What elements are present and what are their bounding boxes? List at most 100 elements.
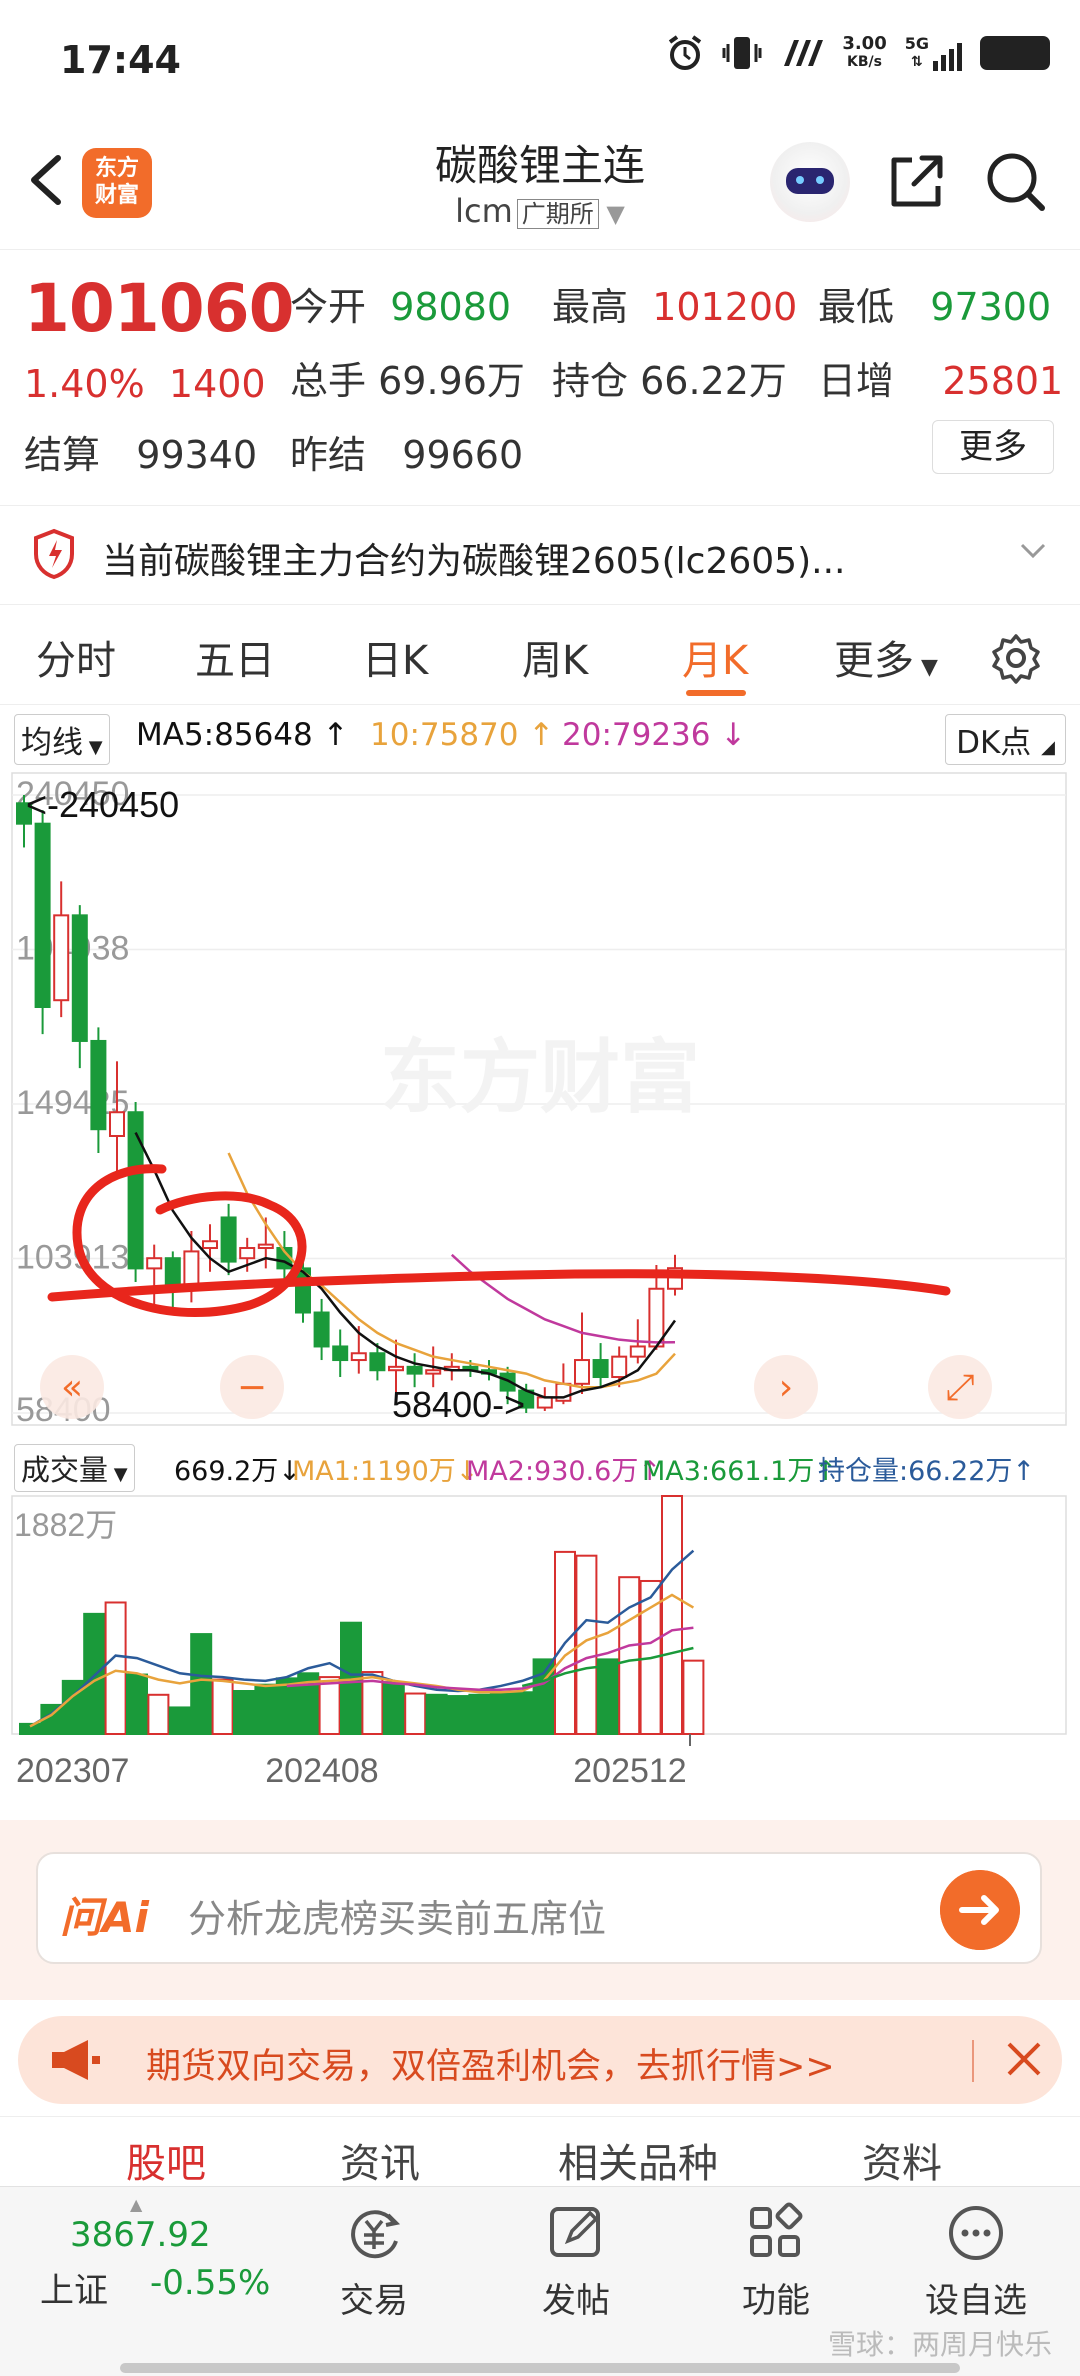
candle [34, 822, 51, 1008]
exchange-badge: 广期所 [516, 199, 599, 229]
candle [239, 1247, 256, 1260]
volume-bar [489, 1692, 512, 1735]
active-tab-indicator [686, 690, 746, 696]
index-name: 上证 [40, 2271, 108, 2311]
candle [202, 1240, 218, 1250]
tab-related[interactable]: 相关品种 [558, 2131, 718, 2186]
tab-intraday[interactable]: 分时 [36, 628, 116, 686]
chevron-down-icon[interactable] [1016, 534, 1050, 568]
tab-info[interactable]: 资料 [862, 2131, 942, 2186]
index-value: 3867.92 [70, 2215, 211, 2255]
candle [109, 1111, 125, 1137]
nav-functions[interactable]: 功能 [716, 2201, 836, 2322]
candle [425, 1369, 442, 1375]
nav-trade[interactable]: 交易 [314, 2201, 434, 2322]
candle [574, 1359, 590, 1385]
tab-monthly-k[interactable]: 月K [682, 628, 748, 686]
settle-field: 结算 99340 [24, 433, 258, 477]
volume-bar [596, 1658, 619, 1735]
x-tick-label: 202307 [16, 1752, 129, 1790]
vol-ma2: MA2:930.6万↑ [466, 1456, 661, 1487]
close-icon[interactable] [1003, 2038, 1045, 2080]
edit-icon [550, 2207, 600, 2257]
volume-bar [404, 1692, 427, 1735]
volume-bar [318, 1676, 341, 1735]
home-indicator [120, 2363, 960, 2373]
volume-chart[interactable]: 1882万 202307 202408 202512 [0, 1490, 1080, 1820]
candle [350, 1352, 367, 1362]
price-change: 1.40% 1400 [24, 362, 266, 406]
share-icon[interactable] [884, 150, 948, 214]
more-dots-icon [949, 2206, 1003, 2260]
nav-watchlist[interactable]: 设自选 [916, 2201, 1036, 2322]
top-nav: 东方 财富 碳酸锂主连 lcm 广期所 ▼ [0, 120, 1080, 250]
y-tick-label: 103913 [16, 1238, 129, 1276]
volume-bar [682, 1659, 705, 1735]
candle [592, 1359, 609, 1379]
prev-settle-field: 昨结 99660 [290, 433, 524, 477]
volume-bar [532, 1658, 555, 1735]
low-marker: 58400-> [392, 1384, 525, 1425]
candle [53, 914, 70, 1002]
volume-bar [147, 1693, 170, 1736]
quote-panel: 101060 1.40% 1400 今开 98080 最高 101200 最低 … [0, 250, 1080, 495]
volume-bar [447, 1695, 469, 1735]
candle [183, 1250, 200, 1287]
megaphone-icon [52, 2040, 100, 2080]
promo-banner[interactable]: 期货双向交易，双倍盈利机会，去抓行情>> [18, 2016, 1062, 2104]
bottom-nav: ▲ 3867.92 上证 -0.55% 交易 发帖 功能 设自选 雪球：两周月快… [0, 2186, 1080, 2376]
tab-guba[interactable]: 股吧 [126, 2131, 206, 2186]
tab-more[interactable]: 更多 ▼ [834, 628, 938, 686]
candle [257, 1243, 274, 1250]
ai-placeholder: 分析龙虎榜买卖前五席位 [188, 1897, 607, 1941]
main-contract-notice[interactable]: 当前碳酸锂主力合约为碳酸锂2605(lc2605)... [0, 505, 1080, 605]
monthly-kline-chart[interactable]: 24045019493814942510391358400东方财富<-24045… [0, 765, 1080, 1435]
ai-input[interactable]: 问Ai 分析龙虎榜买卖前五席位 [36, 1852, 1042, 1964]
dk-point-button[interactable]: DK点 ◢ [945, 714, 1066, 765]
pan-right-button[interactable]: › [779, 1367, 793, 1408]
volume-bar [104, 1601, 127, 1735]
vibrate-icon [722, 37, 762, 69]
volume-bar [468, 1693, 491, 1736]
candle [164, 1257, 181, 1287]
open-interest-value: 持仓量:66.22万↑ [818, 1456, 1036, 1487]
nav-post[interactable]: 发帖 [516, 2201, 636, 2322]
volume-bar [211, 1678, 234, 1735]
candle [611, 1355, 628, 1379]
candle [388, 1365, 404, 1372]
search-icon[interactable] [984, 150, 1048, 214]
volume-selector[interactable]: 成交量 ▼ [14, 1444, 135, 1492]
signal-icon [933, 37, 962, 71]
tab-news[interactable]: 资讯 [340, 2131, 420, 2186]
daily-increase-field: 日增 25801 [818, 359, 1064, 403]
ai-robot-icon[interactable] [770, 142, 850, 222]
candle [313, 1311, 330, 1348]
candle [369, 1352, 386, 1372]
index-change: -0.55% [150, 2263, 271, 2303]
tab-five-day[interactable]: 五日 [195, 628, 275, 686]
ma-selector[interactable]: 均线 ▼ [14, 714, 110, 765]
period-tabs: 分时 五日 日K 周K 月K 更多 ▼ [0, 610, 1080, 705]
pan-left-button[interactable]: « [61, 1367, 83, 1408]
y-tick-label: 1882万 [14, 1507, 117, 1543]
candle [629, 1345, 646, 1358]
grid-icon [750, 2202, 803, 2257]
volume-bar [233, 1690, 255, 1735]
candle [536, 1396, 553, 1409]
arrow-right-icon[interactable] [940, 1870, 1020, 1950]
watermark: 雪球：两周月快乐 [827, 2328, 1052, 2361]
tab-daily-k[interactable]: 日K [362, 628, 428, 686]
candle [127, 1111, 144, 1270]
ma5-value: MA5:85648 ↑ [136, 717, 349, 753]
low-field: 最低 97300 [818, 285, 1052, 329]
candle [71, 914, 88, 1042]
candle [146, 1257, 163, 1270]
zoom-out-button[interactable]: − [237, 1367, 267, 1408]
trade-icon [351, 2210, 401, 2259]
more-button[interactable]: 更多 [932, 420, 1054, 474]
volume-bar [425, 1693, 448, 1736]
fullscreen-button[interactable]: ⤢ [946, 1367, 975, 1408]
tab-weekly-k[interactable]: 周K [522, 628, 588, 686]
volume-bar [83, 1612, 106, 1735]
gear-icon[interactable] [990, 632, 1042, 684]
